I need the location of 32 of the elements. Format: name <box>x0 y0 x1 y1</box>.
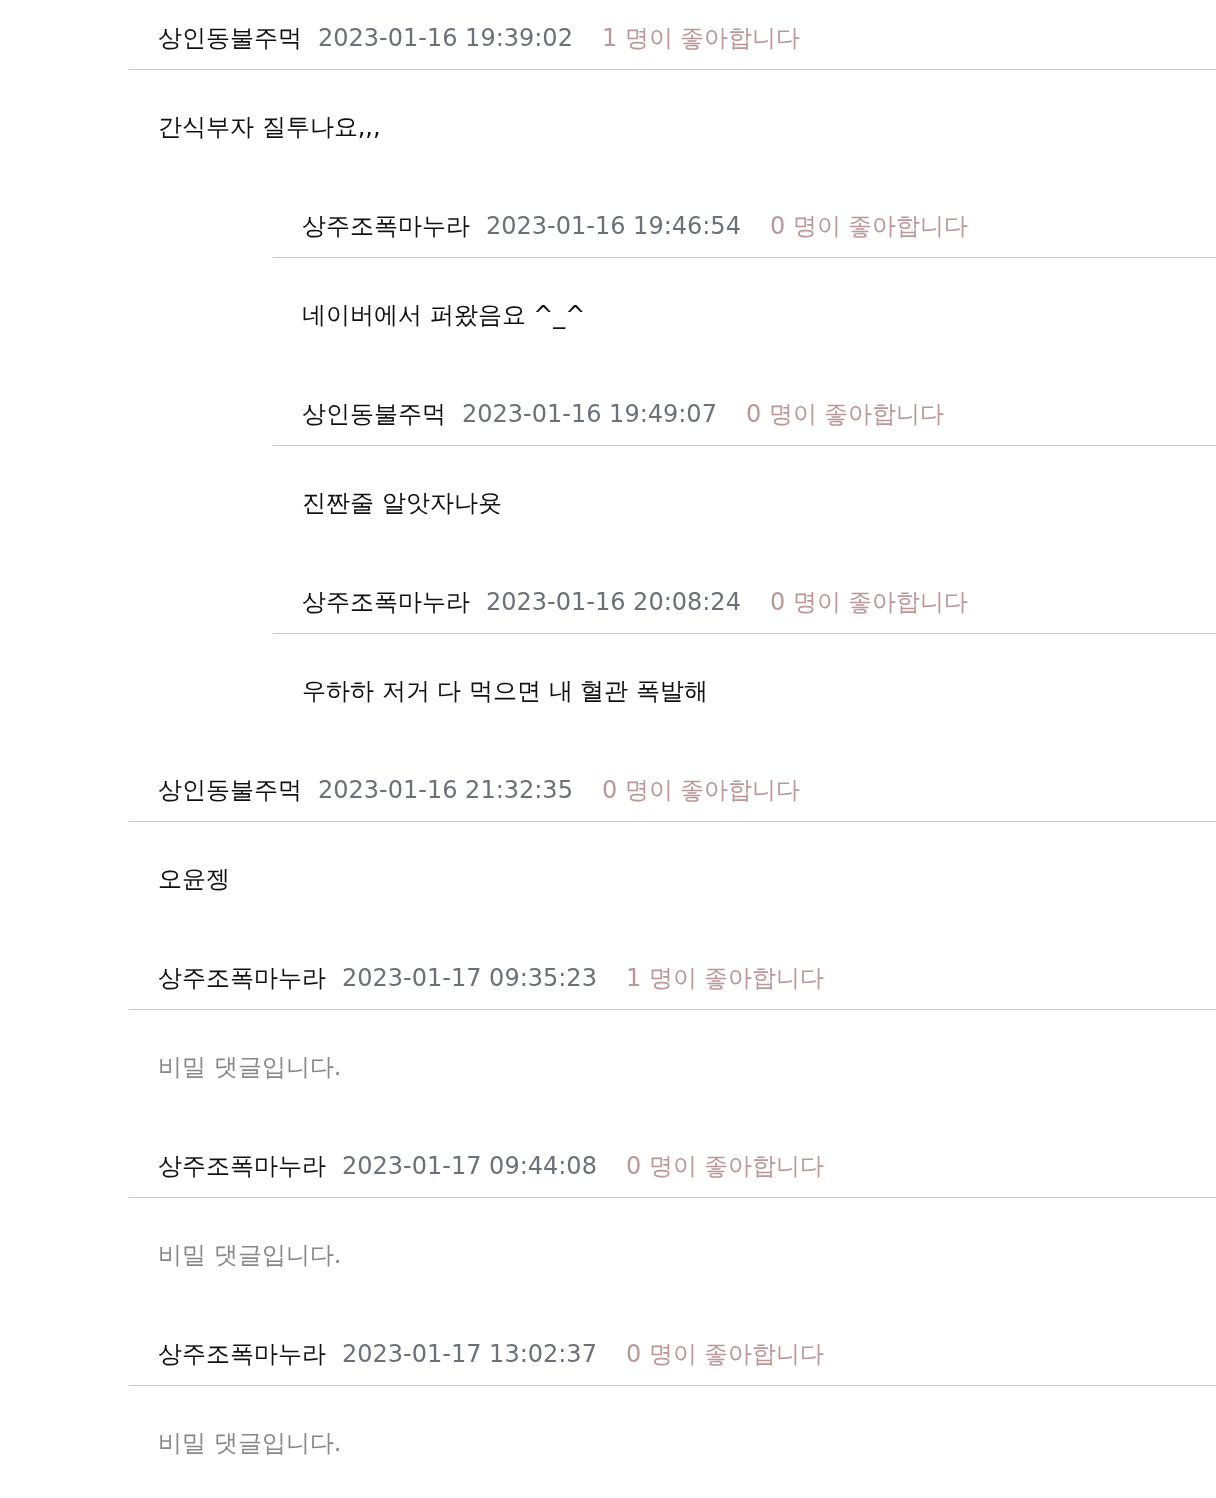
secret-comment-notice: 비밀 댓글입니다. <box>158 1429 342 1457</box>
comment-text: 네이버에서 퍼왔음요 ^_^ <box>302 301 586 329</box>
comment-timestamp: 2023-01-17 09:35:23 <box>342 963 597 994</box>
like-count: 0 명이 좋아합니다 <box>769 211 969 242</box>
like-count: 0 명이 좋아합니다 <box>601 775 801 806</box>
like-count: 1 명이 좋아합니다 <box>601 23 801 54</box>
like-count: 0 명이 좋아합니다 <box>745 399 945 430</box>
like-count: 0 명이 좋아합니다 <box>625 1339 825 1370</box>
comment-text: 진짠줄 알앗자나욧 <box>302 489 502 517</box>
like-count: 0 명이 좋아합니다 <box>625 1151 825 1182</box>
author-name: 상인동불주먹 <box>158 23 302 54</box>
author-name: 상주조폭마누라 <box>158 963 326 994</box>
author-name: 상인동불주먹 <box>158 775 302 806</box>
comment-timestamp: 2023-01-16 21:32:35 <box>318 775 573 806</box>
comment-timestamp: 2023-01-17 09:44:08 <box>342 1151 597 1182</box>
secret-comment-notice: 비밀 댓글입니다. <box>158 1053 342 1081</box>
author-name: 상주조폭마누라 <box>302 211 470 242</box>
comment-timestamp: 2023-01-16 20:08:24 <box>486 587 741 618</box>
comment-timestamp: 2023-01-16 19:49:07 <box>462 399 717 430</box>
comment-timestamp: 2023-01-17 13:02:37 <box>342 1339 597 1370</box>
secret-comment-notice: 비밀 댓글입니다. <box>158 1241 342 1269</box>
author-name: 상주조폭마누라 <box>158 1339 326 1370</box>
comment-timestamp: 2023-01-16 19:39:02 <box>318 23 573 54</box>
author-name: 상주조폭마누라 <box>158 1151 326 1182</box>
comment-text: 오윤젱 <box>158 865 230 893</box>
comment-text: 우하하 저거 다 먹으면 내 혈관 폭발해 <box>302 677 708 705</box>
author-name: 상주조폭마누라 <box>302 587 470 618</box>
comment-text: 간식부자 질투나요,,, <box>158 113 381 141</box>
like-count: 0 명이 좋아합니다 <box>769 587 969 618</box>
author-name: 상인동불주먹 <box>302 399 446 430</box>
like-count: 1 명이 좋아합니다 <box>625 963 825 994</box>
comment-timestamp: 2023-01-16 19:46:54 <box>486 211 741 242</box>
